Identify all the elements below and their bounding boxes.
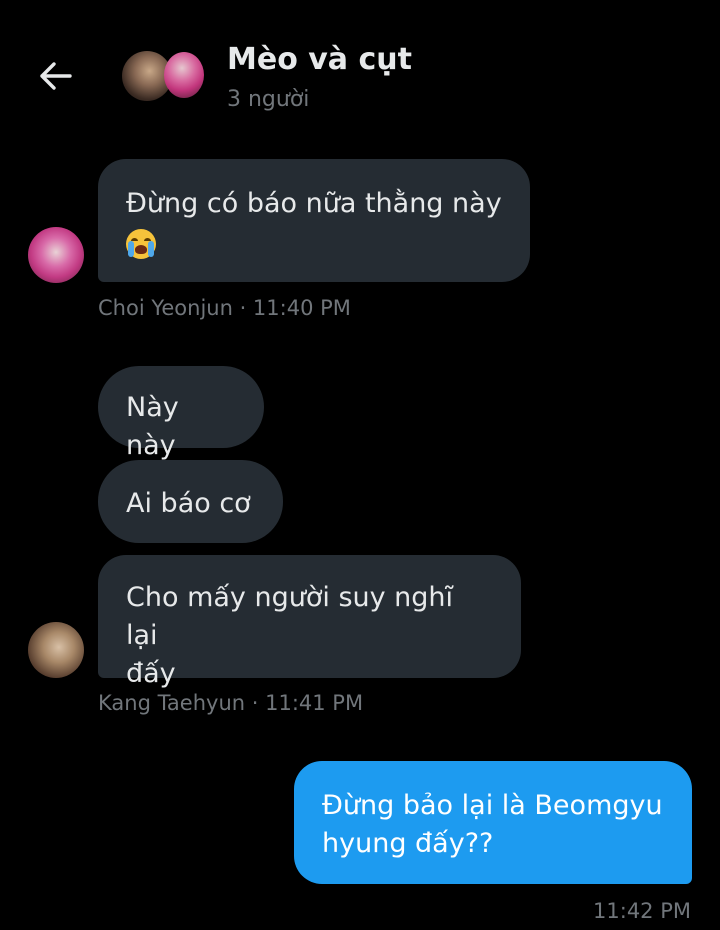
sent-message-bubble[interactable]: Đừng bảo lại là Beomgyu hyung đấy?? <box>294 761 692 884</box>
message-text: Đừng bảo lại là Beomgyu <box>322 790 663 821</box>
message-bubble[interactable]: Cho mấy người suy nghĩ lại đấy <box>98 555 521 689</box>
message-text: đấy <box>126 658 176 689</box>
message-text: Ai báo cơ <box>126 488 251 519</box>
back-button[interactable] <box>36 58 76 94</box>
avatar[interactable] <box>28 622 84 678</box>
member-avatar <box>164 52 204 98</box>
message-meta: Kang Taehyun · 11:41 PM <box>98 691 364 715</box>
conversation-title[interactable]: Mèo và cụt <box>227 42 412 77</box>
message-meta: Choi Yeonjun · 11:40 PM <box>98 296 351 320</box>
conversation-header: Mèo và cụt 3 người <box>0 0 720 130</box>
arrow-left-icon <box>40 62 72 90</box>
member-count[interactable]: 3 người <box>227 87 309 112</box>
message-timestamp: 11:42 PM <box>593 899 691 923</box>
message-text: Đừng có báo nữa thằng này <box>126 188 502 219</box>
message-text: hyung đấy?? <box>322 828 494 859</box>
message-bubble[interactable]: Này này <box>98 366 264 461</box>
avatar[interactable] <box>28 227 84 283</box>
loudly-crying-face-icon <box>126 229 156 259</box>
message-bubble[interactable]: Ai báo cơ <box>98 460 283 543</box>
message-text: Này này <box>126 392 179 461</box>
group-avatar[interactable] <box>122 50 204 102</box>
message-text: Cho mấy người suy nghĩ lại <box>126 582 454 651</box>
message-bubble[interactable]: Đừng có báo nữa thằng này <box>98 159 530 282</box>
